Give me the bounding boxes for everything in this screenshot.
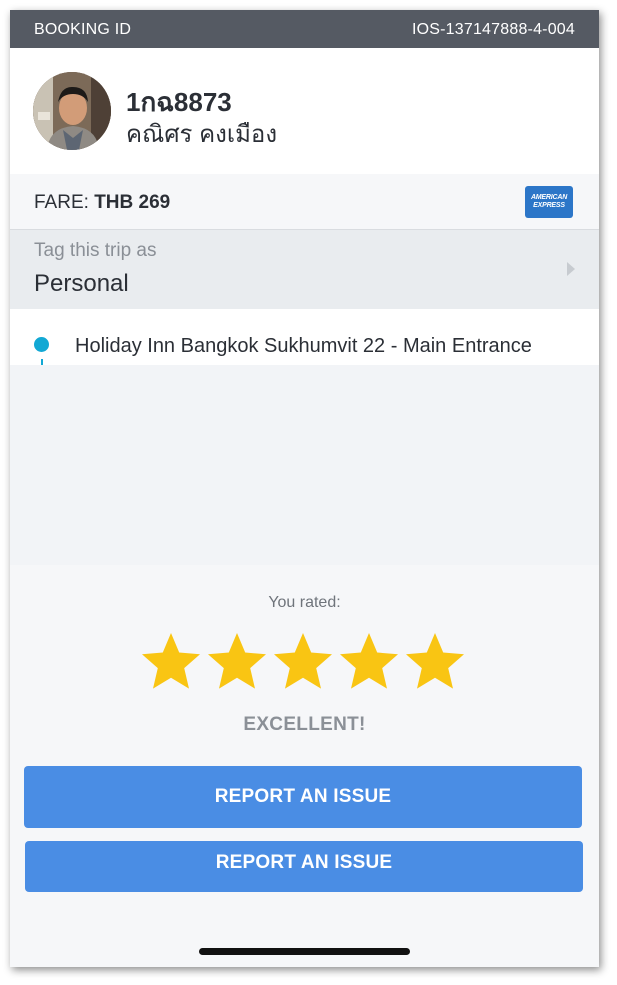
booking-id-value: IOS-137147888-4-004 — [411, 21, 575, 38]
you-rated-label: You rated: — [268, 594, 341, 611]
home-indicator — [199, 948, 410, 955]
driver-photo-icon — [33, 72, 111, 150]
chevron-right-icon — [567, 262, 575, 276]
card-brand-line-1: AMERICAN — [530, 194, 568, 201]
star-icon — [142, 633, 200, 689]
tag-trip-hint: Tag this trip as — [34, 240, 157, 261]
route-row: Holiday Inn Bangkok Sukhumvit 22 - Main … — [10, 309, 599, 365]
driver-card: 1กฉ8873 คณิศร คงเมือง — [10, 48, 599, 174]
booking-id-bar: BOOKING ID IOS-137147888-4-004 — [10, 10, 599, 48]
star-icon — [274, 633, 332, 689]
fare-amount: THB 269 — [94, 192, 171, 213]
tag-trip-value: Personal — [34, 270, 129, 297]
pickup-address: Holiday Inn Bangkok Sukhumvit 22 - Main … — [75, 335, 532, 357]
report-issue-button-secondary[interactable]: REPORT AN ISSUE — [25, 841, 583, 892]
driver-name: คณิศร คงเมือง — [126, 121, 278, 148]
fare-row: FARE: THB 269 AMERICAN EXPRESS — [10, 174, 599, 230]
card-brand-line-2: EXPRESS — [533, 202, 565, 209]
star-icon — [208, 633, 266, 689]
star-icon — [406, 633, 464, 689]
tag-trip-selector[interactable]: Tag this trip as Personal — [10, 230, 599, 309]
rating-section: You rated: EXCELLENT! REPORT AN ISSUE RE… — [10, 565, 599, 967]
star-icon — [340, 633, 398, 689]
fare-label: FARE: — [34, 192, 95, 213]
trip-detail-screen: BOOKING ID IOS-137147888-4-004 1กฉ8873 ค… — [10, 10, 599, 967]
pickup-dot-icon — [34, 337, 49, 352]
report-issue-button[interactable]: REPORT AN ISSUE — [24, 766, 582, 828]
star-rating — [140, 631, 470, 693]
american-express-card-icon: AMERICAN EXPRESS — [525, 186, 573, 218]
rating-result: EXCELLENT! — [243, 714, 366, 735]
map-placeholder — [10, 365, 599, 565]
fare-text: FARE: THB 269 — [34, 192, 170, 214]
booking-id-label: BOOKING ID — [34, 21, 132, 38]
avatar — [33, 72, 111, 150]
